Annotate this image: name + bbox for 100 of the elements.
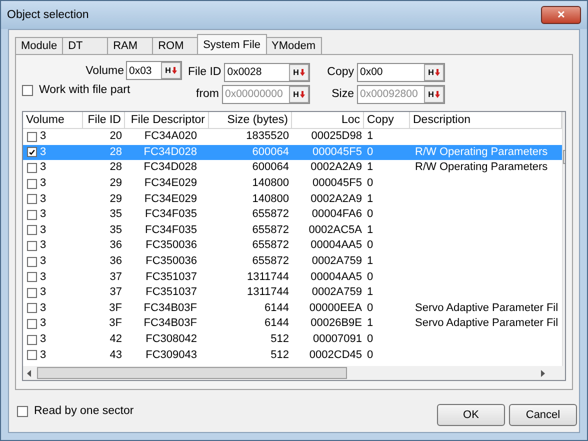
table-cell-text: FC308042 xyxy=(144,332,198,348)
arrow-down-icon xyxy=(300,90,305,98)
checkbox[interactable] xyxy=(27,350,37,360)
table-row[interactable]: 3 20 FC34A020 1835520 00025D98 1 xyxy=(23,129,562,145)
table-row[interactable]: 3 29 FC34E029 140800 000045F5 0 xyxy=(23,176,562,192)
window-title: Object selection xyxy=(7,9,89,21)
scroll-thumb[interactable] xyxy=(37,367,347,379)
table-cell-text: 37 xyxy=(108,270,123,285)
arrow-down-icon xyxy=(434,68,440,76)
table-cell-text: 3 xyxy=(39,192,48,207)
table-cell-text: 600064 xyxy=(251,144,290,160)
column-header[interactable]: Copy xyxy=(364,112,410,128)
table-cell-text: 3 xyxy=(39,176,48,192)
checkbox[interactable] xyxy=(27,225,37,236)
table-cell-text: 00004AA5 xyxy=(310,238,363,254)
table-row[interactable]: 3 36 FC350036 655872 0002A759 1 xyxy=(23,254,562,270)
table-cell-text: R/W Operating Parameters xyxy=(414,144,549,160)
table-cell-text: 0 xyxy=(366,207,374,222)
checkbox[interactable] xyxy=(27,162,37,173)
table-row[interactable]: 3 37 FC351037 1311744 0002A759 1 xyxy=(23,284,562,301)
table-cell-text: FC309043 xyxy=(144,348,198,363)
column-header[interactable]: File Descriptor xyxy=(125,112,209,128)
tab[interactable]: RAM xyxy=(107,37,154,54)
table-cell-text: 140800 xyxy=(251,192,290,207)
table-cell-text: 0 xyxy=(366,144,374,160)
input-field[interactable]: 0x03 H xyxy=(126,61,182,80)
table-cell-text: R/W Operating Parameters xyxy=(414,160,549,176)
table-cell-text: 1 xyxy=(366,316,374,332)
table-cell-text: 0 xyxy=(366,348,374,363)
checkbox[interactable] xyxy=(27,318,37,329)
checkbox[interactable] xyxy=(27,240,37,251)
tab[interactable]: ROM xyxy=(152,37,198,54)
hex-button[interactable]: H xyxy=(161,62,181,79)
column-header[interactable]: File ID xyxy=(83,112,125,128)
tab[interactable]: System File xyxy=(197,34,267,54)
table-row[interactable]: 3 42 FC308042 512 00007091 0 xyxy=(23,332,562,348)
table-cell-text: 35 xyxy=(108,222,123,238)
table-cell-text: 29 xyxy=(108,176,123,192)
ok-button[interactable]: OK xyxy=(437,404,505,426)
table-cell-text: 0002A2A9 xyxy=(310,160,363,176)
table-row[interactable]: 3 35 FC34F035 655872 0002AC5A 1 xyxy=(23,222,562,238)
tab[interactable]: DT xyxy=(62,37,108,54)
table-cell-text: 3 xyxy=(39,129,48,144)
table-cell-text: 512 xyxy=(270,348,290,363)
table-cell-text: 28 xyxy=(108,160,123,176)
table-cell-text: FC351037 xyxy=(144,270,198,285)
checkbox[interactable] xyxy=(27,178,37,189)
tab[interactable]: Module xyxy=(15,37,64,54)
table-row[interactable]: 3 43 FC309043 512 0002CD45 0 xyxy=(23,347,562,363)
column-header[interactable]: Loc xyxy=(292,112,364,128)
checkbox[interactable] xyxy=(27,132,37,142)
table-cell-text: 0002CD45 xyxy=(308,348,363,363)
table-cell-text: 1 xyxy=(366,129,374,144)
table-cell-text: 3 xyxy=(39,300,48,316)
field-label: File ID xyxy=(188,66,222,78)
checkbox[interactable] xyxy=(17,406,28,416)
table-cell-text: 1 xyxy=(366,222,374,238)
table-row[interactable]: 3 28 FC34D028 600064 0002A2A9 1 R/W Operating Parameters xyxy=(23,160,562,176)
arrow-down-icon xyxy=(172,67,177,74)
table-cell-text: 0 xyxy=(366,176,374,192)
field-label: Volume xyxy=(86,64,124,76)
table-cell-text: 1 xyxy=(366,192,374,207)
table-cell-text: 3 xyxy=(39,316,48,332)
table-cell-text: 3 xyxy=(39,207,48,222)
column-header[interactable]: Volume xyxy=(23,112,83,128)
hex-button[interactable]: H xyxy=(289,64,309,80)
table-row[interactable]: 3 29 FC34E029 140800 0002A2A9 1 xyxy=(23,191,562,207)
table-row[interactable]: 3 36 FC350036 655872 00004AA5 0 xyxy=(23,238,562,254)
table-cell-text: 0002A759 xyxy=(310,285,363,300)
column-header[interactable]: Size (bytes) xyxy=(209,112,292,128)
table-row[interactable]: 3 35 FC34F035 655872 00004FA6 0 xyxy=(23,206,562,223)
table-cell-text: FC34F035 xyxy=(144,207,198,222)
cancel-button[interactable]: Cancel xyxy=(509,404,577,426)
checkbox[interactable] xyxy=(22,84,33,96)
table-cell-text: 6144 xyxy=(264,300,290,316)
scroll-right-icon[interactable] xyxy=(541,370,545,376)
checkbox[interactable] xyxy=(27,210,37,220)
checkbox[interactable] xyxy=(27,288,37,298)
table-row[interactable]: 3 37 FC351037 1311744 00004AA5 0 xyxy=(23,269,562,285)
checkbox[interactable] xyxy=(27,194,37,204)
table-cell-text: 3 xyxy=(39,160,48,176)
checkbox[interactable] xyxy=(27,147,37,158)
input-field[interactable]: 0x00 H xyxy=(357,62,445,82)
table-cell-text: 000045F5 xyxy=(311,176,363,192)
table-row[interactable]: 3 3F FC34B03F 6144 00000EEA 0 Servo Adaptive Parameter Fil xyxy=(23,300,562,316)
input-field[interactable]: 0x0028 H xyxy=(224,62,310,82)
table-cell-text: 655872 xyxy=(251,207,290,222)
checkbox[interactable] xyxy=(27,256,37,267)
checkbox[interactable] xyxy=(27,334,37,345)
horizontal-scrollbar[interactable] xyxy=(23,366,565,380)
checkbox[interactable] xyxy=(27,303,37,314)
table-cell-text: FC34D028 xyxy=(142,160,198,176)
table-row[interactable]: 3 3F FC34B03F 6144 00026B9E 1 Servo Adaptive Parameter Fil xyxy=(23,316,562,332)
table-cell-text: FC350036 xyxy=(144,238,198,254)
hex-button[interactable]: H xyxy=(424,64,444,80)
scroll-left-icon[interactable] xyxy=(27,370,31,376)
table-cell-text: 1 xyxy=(366,285,374,300)
tab[interactable]: YModem xyxy=(266,37,322,54)
checkbox[interactable] xyxy=(27,272,37,282)
table-cell-text: 1 xyxy=(366,160,374,176)
